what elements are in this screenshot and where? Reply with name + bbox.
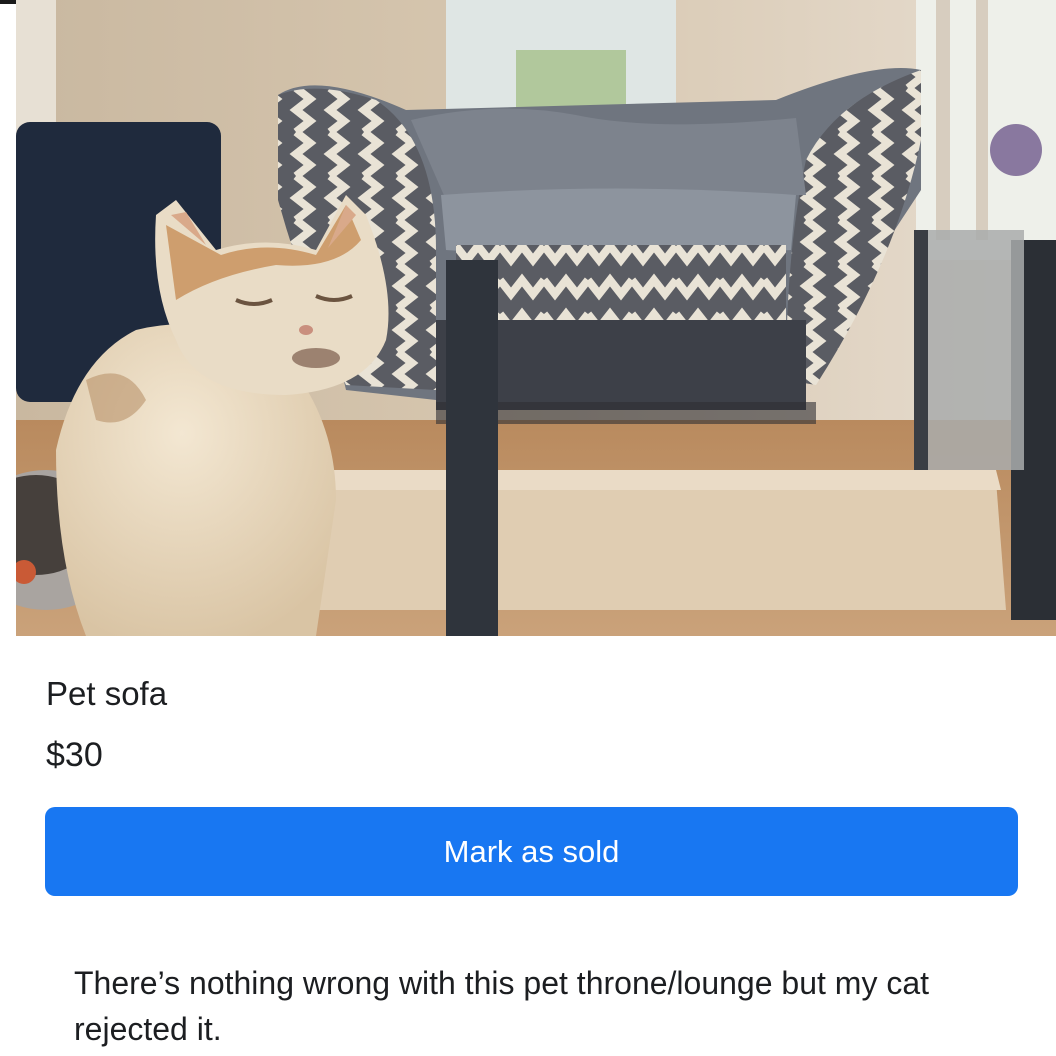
listing-photo[interactable] — [16, 0, 1056, 636]
listing-description: There’s nothing wrong with this pet thro… — [74, 965, 930, 1047]
listing-price: $30 — [46, 736, 103, 774]
listing-photo-image — [16, 0, 1056, 636]
marketplace-listing: Pet sofa $30 Mark as sold There’s nothin… — [0, 0, 1056, 1056]
listing-title: Pet sofa — [46, 675, 168, 712]
mark-as-sold-button[interactable]: Mark as sold — [45, 807, 1018, 896]
